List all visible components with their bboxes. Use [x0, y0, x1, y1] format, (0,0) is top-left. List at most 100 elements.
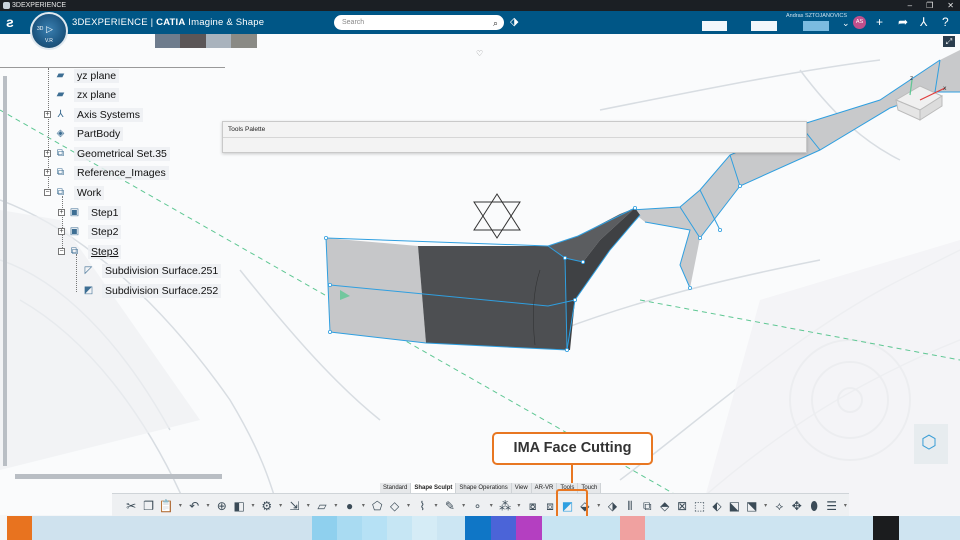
tree-node-axis-systems[interactable]: + ⅄ Axis Systems [44, 107, 144, 122]
remove-icon[interactable]: ⊠ [675, 498, 689, 514]
tree-node-subdivision-surface-252[interactable]: ◩ Subdivision Surface.252 [83, 283, 222, 298]
ds-logo-icon[interactable]: ƨ [6, 14, 14, 30]
chevron-down-icon[interactable]: ▾ [488, 498, 495, 514]
color-swatch[interactable] [231, 34, 257, 48]
chevron-down-icon[interactable]: ▾ [595, 498, 602, 514]
brush-icon[interactable]: ✎ [443, 498, 457, 514]
tree-node-zx-plane[interactable]: ▰ zx plane [55, 87, 120, 102]
color-swatch[interactable] [542, 516, 620, 540]
layers-icon[interactable]: ☰ [824, 498, 838, 514]
maximize-button[interactable]: ❐ [926, 0, 933, 11]
tree-node-subdivision-surface-251[interactable]: ◸ Subdivision Surface.251 [83, 263, 222, 278]
tools-palette-panel[interactable]: Tools Palette [222, 121, 807, 153]
color-swatch[interactable] [465, 516, 491, 540]
mirror-icon[interactable]: ⫴ [623, 498, 637, 514]
chevron-down-icon[interactable]: ▾ [432, 498, 439, 514]
chevron-down-icon[interactable]: ⌄ [842, 18, 850, 29]
minimize-button[interactable]: – [908, 0, 912, 11]
fit-all-icon[interactable]: ⤢ [943, 36, 955, 47]
tab-shape-operations[interactable]: Shape Operations [456, 483, 512, 493]
help-icon[interactable]: ? [942, 15, 949, 29]
chevron-down-icon[interactable]: ▾ [332, 498, 339, 514]
color-swatch[interactable] [645, 516, 873, 540]
cut-icon[interactable]: ✂ [124, 498, 138, 514]
tree-node-step1[interactable]: + ▣ Step1 [58, 205, 122, 220]
paste-icon[interactable]: 📋 [159, 498, 174, 514]
color-swatch[interactable] [412, 516, 437, 540]
chevron-down-icon[interactable]: ▾ [515, 498, 522, 514]
color-swatch[interactable] [899, 516, 960, 540]
add-icon[interactable]: + [876, 15, 883, 29]
plane-icon[interactable]: ▱ [315, 498, 329, 514]
expand-toggle[interactable]: + [44, 169, 51, 176]
chevron-down-icon[interactable]: ▾ [405, 498, 412, 514]
tab-standard[interactable]: Standard [380, 483, 412, 493]
loft-icon[interactable]: ⬮ [807, 498, 821, 514]
collapse-toggle[interactable]: − [44, 189, 51, 196]
chevron-down-icon[interactable]: ▾ [460, 498, 467, 514]
smooth-icon[interactable]: ✥ [790, 498, 804, 514]
cube-icon[interactable]: ⬡ [921, 432, 937, 453]
tree-node-step3[interactable]: − ⧉ Step3 [58, 244, 122, 259]
settings-icon[interactable]: ⚙ [260, 498, 274, 514]
collapse-toggle[interactable]: − [58, 248, 65, 255]
weld-icon[interactable]: ⬖ [710, 498, 724, 514]
chevron-down-icon[interactable]: ▾ [842, 498, 849, 514]
sphere-icon[interactable]: ● [342, 498, 356, 514]
select-icon[interactable]: ⇲ [287, 498, 301, 514]
chevron-down-icon[interactable]: ▾ [277, 498, 284, 514]
chevron-down-icon[interactable]: ▾ [305, 498, 312, 514]
heart-icon[interactable]: ♡ [476, 49, 483, 58]
manipulator-robot[interactable] [473, 193, 521, 239]
color-swatch[interactable] [312, 516, 337, 540]
avatar[interactable]: AS [853, 16, 866, 29]
view-mode-icon[interactable]: ◧ [232, 498, 246, 514]
color-swatch[interactable] [387, 516, 412, 540]
copy-icon[interactable]: ❐ [141, 498, 155, 514]
close-window-button[interactable]: ✕ [947, 0, 954, 11]
expand-toggle[interactable]: + [44, 150, 51, 157]
point-icon[interactable]: ∘ [470, 498, 484, 514]
chevron-down-icon[interactable]: ▾ [204, 498, 211, 514]
cut-face-icon[interactable]: ⬕ [727, 498, 741, 514]
expand-toggle[interactable]: + [44, 111, 51, 118]
expand-toggle[interactable]: + [58, 209, 65, 216]
chevron-down-icon[interactable]: ▾ [360, 498, 367, 514]
chevron-down-icon[interactable]: ▾ [762, 498, 769, 514]
primitive-icon[interactable]: ⬠ [370, 498, 384, 514]
view-cube[interactable]: ⬡ [914, 424, 948, 464]
play-icon[interactable]: ▷ [46, 24, 53, 35]
color-swatch[interactable] [206, 34, 231, 48]
surface-icon[interactable]: ⬗ [605, 498, 619, 514]
tab-view[interactable]: View [511, 483, 532, 493]
color-swatch[interactable] [873, 516, 899, 540]
community-icon[interactable]: ⅄ [920, 15, 927, 29]
search-icon[interactable]: ⌕ [493, 16, 498, 31]
color-swatch[interactable] [437, 516, 465, 540]
chevron-down-icon[interactable]: ▾ [177, 498, 184, 514]
color-swatch[interactable] [620, 516, 645, 540]
symmetry-icon[interactable]: ⟡ [772, 498, 786, 514]
face-extrude-icon[interactable]: ⧇ [525, 498, 539, 514]
compass-widget[interactable]: 3D ▷ V.R [30, 12, 68, 50]
tree-node-geometrical-set-35[interactable]: + ⧉ Geometrical Set.35 [44, 146, 170, 161]
tab-shape-sculpt[interactable]: Shape Sculpt [411, 483, 457, 493]
tree-node-work[interactable]: − ⧉ Work [44, 185, 105, 200]
color-swatch[interactable] [491, 516, 516, 540]
expand-toggle[interactable]: + [58, 228, 65, 235]
color-swatch[interactable] [516, 516, 542, 540]
user-name[interactable]: Andras SZTOJANOVICS [786, 13, 847, 19]
chevron-down-icon[interactable]: ▾ [249, 498, 256, 514]
connect-icon[interactable]: ⧉ [640, 498, 654, 514]
color-swatch[interactable] [337, 516, 362, 540]
search-input[interactable]: Search ⌕ [334, 15, 504, 30]
curve-icon[interactable]: ⌇ [415, 498, 429, 514]
fold-icon[interactable]: ⬔ [745, 498, 759, 514]
tree-node-reference-images[interactable]: + ⧉ Reference_Images [44, 165, 169, 180]
undo-icon[interactable]: ↶ [187, 498, 201, 514]
color-swatch[interactable] [7, 516, 32, 540]
grid-icon[interactable]: ⁂ [498, 498, 512, 514]
share-icon[interactable]: ➦ [898, 15, 908, 29]
tree-node-yz-plane[interactable]: ▰ yz plane [55, 68, 120, 83]
zoom-icon[interactable]: ⊕ [215, 498, 229, 514]
